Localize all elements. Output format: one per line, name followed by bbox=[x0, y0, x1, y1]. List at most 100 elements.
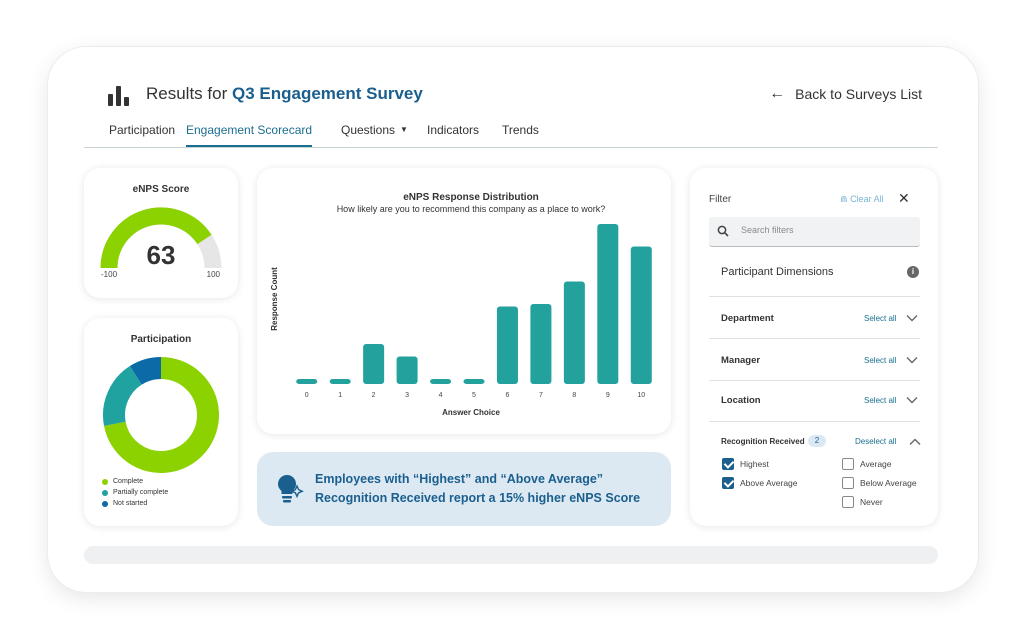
x-tick-label: 9 bbox=[606, 392, 610, 399]
select-all-manager[interactable]: Select all bbox=[864, 356, 896, 365]
info-icon[interactable]: i bbox=[907, 266, 919, 278]
checkbox-label: Never bbox=[860, 497, 883, 507]
bar-0 bbox=[296, 379, 318, 384]
participation-legend: Complete Partially complete Not started bbox=[102, 478, 168, 511]
tab-questions[interactable]: Questions ▼ bbox=[341, 123, 408, 137]
enps-title: eNPS Score bbox=[132, 184, 190, 195]
gauge-max-label: 100 bbox=[206, 270, 220, 279]
page-title: Results for Q3 Engagement Survey bbox=[146, 84, 423, 104]
filter-title: Filter bbox=[709, 194, 732, 205]
legend-label: Complete bbox=[113, 478, 143, 485]
dimension-department: Department Select all bbox=[709, 309, 920, 329]
select-all-department[interactable]: Select all bbox=[864, 314, 896, 323]
checkbox-highest[interactable]: Highest bbox=[722, 458, 769, 470]
participation-donut bbox=[103, 357, 219, 473]
back-to-surveys-link[interactable]: ← Back to Surveys List bbox=[769, 85, 922, 103]
legend-item-complete: Complete bbox=[102, 478, 168, 485]
donut-segment-not-started bbox=[129, 357, 162, 385]
arrow-left-icon: ← bbox=[769, 85, 786, 102]
chevron-down-icon[interactable] bbox=[905, 311, 919, 325]
legend-label: Partially complete bbox=[113, 489, 169, 496]
chevron-up-icon[interactable] bbox=[908, 435, 922, 449]
divider bbox=[709, 421, 920, 422]
checkbox-box[interactable] bbox=[842, 458, 854, 470]
tab-label: Indicators bbox=[427, 123, 480, 137]
dimension-label: Location bbox=[721, 395, 761, 406]
checkbox-average[interactable]: Average bbox=[842, 458, 892, 470]
filter-clear-icon: ⋒ bbox=[840, 194, 848, 204]
participation-card: Participation Complete Partially complet… bbox=[84, 318, 238, 526]
y-axis-label: Response Count bbox=[270, 267, 279, 331]
checkbox-above-average[interactable]: Above Average bbox=[722, 477, 798, 489]
bar-5 bbox=[463, 379, 485, 384]
x-tick-label: 10 bbox=[637, 392, 645, 399]
checkbox-box[interactable] bbox=[842, 496, 854, 508]
checkbox-box[interactable] bbox=[842, 477, 854, 489]
enps-distribution-card: eNPS Response Distribution How likely ar… bbox=[257, 168, 671, 434]
legend-label: Not started bbox=[113, 500, 148, 507]
bar-1 bbox=[329, 379, 351, 384]
checkbox-label: Average bbox=[860, 459, 892, 469]
checkbox-label: Highest bbox=[740, 459, 769, 469]
search-icon bbox=[717, 225, 729, 237]
chevron-down-icon[interactable] bbox=[905, 353, 919, 367]
bar-6 bbox=[496, 306, 518, 384]
x-tick-label: 0 bbox=[305, 392, 309, 399]
checkbox-never[interactable]: Never bbox=[842, 496, 883, 508]
bar-7 bbox=[530, 304, 552, 384]
clear-all-label: Clear All bbox=[850, 194, 884, 204]
checkbox-box[interactable] bbox=[722, 477, 734, 489]
dimension-label: Manager bbox=[721, 355, 761, 366]
bar-8 bbox=[563, 281, 585, 384]
bar-4 bbox=[430, 379, 452, 384]
donut-segment-partially-complete bbox=[103, 366, 143, 426]
close-icon[interactable]: ✕ bbox=[898, 190, 910, 207]
tab-participation[interactable]: Participation bbox=[109, 123, 175, 137]
legend-item-not-started: Not started bbox=[102, 500, 168, 507]
horizontal-scrollbar[interactable] bbox=[84, 546, 938, 564]
enps-score-card: eNPS Score 63 -100 100 bbox=[84, 168, 238, 298]
survey-name: Q3 Engagement Survey bbox=[231, 84, 423, 103]
tab-label: Questions bbox=[341, 123, 396, 137]
checkbox-label: Below Average bbox=[860, 478, 917, 488]
insight-text: Employees with “Highest” and “Above Aver… bbox=[315, 470, 640, 508]
search-input[interactable] bbox=[741, 225, 911, 235]
participation-title: Participation bbox=[130, 334, 192, 345]
legend-dot bbox=[102, 500, 108, 507]
x-axis-label: Answer Choice bbox=[442, 408, 500, 417]
checkbox-box[interactable] bbox=[722, 458, 734, 470]
x-tick-label: 2 bbox=[372, 392, 376, 399]
deselect-all-button[interactable]: Deselect all bbox=[855, 437, 896, 446]
back-label: Back to Surveys List bbox=[795, 86, 922, 102]
x-tick-label: 4 bbox=[439, 392, 443, 399]
x-tick-label: 3 bbox=[405, 392, 409, 399]
legend-dot bbox=[102, 478, 108, 485]
dimension-location: Location Select all bbox=[709, 391, 920, 411]
tab-trends[interactable]: Trends bbox=[502, 123, 539, 137]
divider bbox=[709, 380, 920, 381]
clear-all-button[interactable]: ⋒ Clear All bbox=[840, 194, 884, 205]
tab-indicators[interactable]: Indicators bbox=[427, 123, 479, 137]
enps-distribution-chart: 0 1 2 3 4 5 6 7 8 9 10 Answer Choice Response Count bbox=[270, 224, 652, 417]
x-tick-label: 6 bbox=[506, 392, 510, 399]
legend-item-partially-complete: Partially complete bbox=[102, 489, 168, 496]
caret-down-icon: ▼ bbox=[400, 125, 408, 134]
participant-dimensions-title: Participant Dimensions bbox=[721, 266, 834, 278]
tab-label: Trends bbox=[502, 123, 539, 137]
recognition-received-label: Recognition Received bbox=[721, 437, 805, 446]
bar-chart-icon bbox=[108, 86, 130, 106]
tab-label: Participation bbox=[109, 123, 176, 137]
page-header: Results for Q3 Engagement Survey ← Back … bbox=[108, 82, 938, 112]
filter-panel: Filter ⋒ Clear All ✕ Participant Dimensi… bbox=[690, 168, 938, 526]
chevron-down-icon[interactable] bbox=[905, 393, 919, 407]
checkbox-below-average[interactable]: Below Average bbox=[842, 477, 917, 489]
x-tick-label: 5 bbox=[472, 392, 476, 399]
dimension-label: Department bbox=[721, 313, 774, 324]
bar-10 bbox=[630, 246, 652, 384]
tab-bar: Participation Engagement Scorecard Quest… bbox=[84, 116, 938, 148]
tab-engagement-scorecard[interactable]: Engagement Scorecard bbox=[186, 123, 313, 147]
selected-count-badge: 2 bbox=[808, 435, 826, 447]
select-all-location[interactable]: Select all bbox=[864, 396, 896, 405]
insight-line-2: Recognition Received report a 15% higher… bbox=[315, 491, 641, 505]
divider bbox=[709, 296, 920, 297]
